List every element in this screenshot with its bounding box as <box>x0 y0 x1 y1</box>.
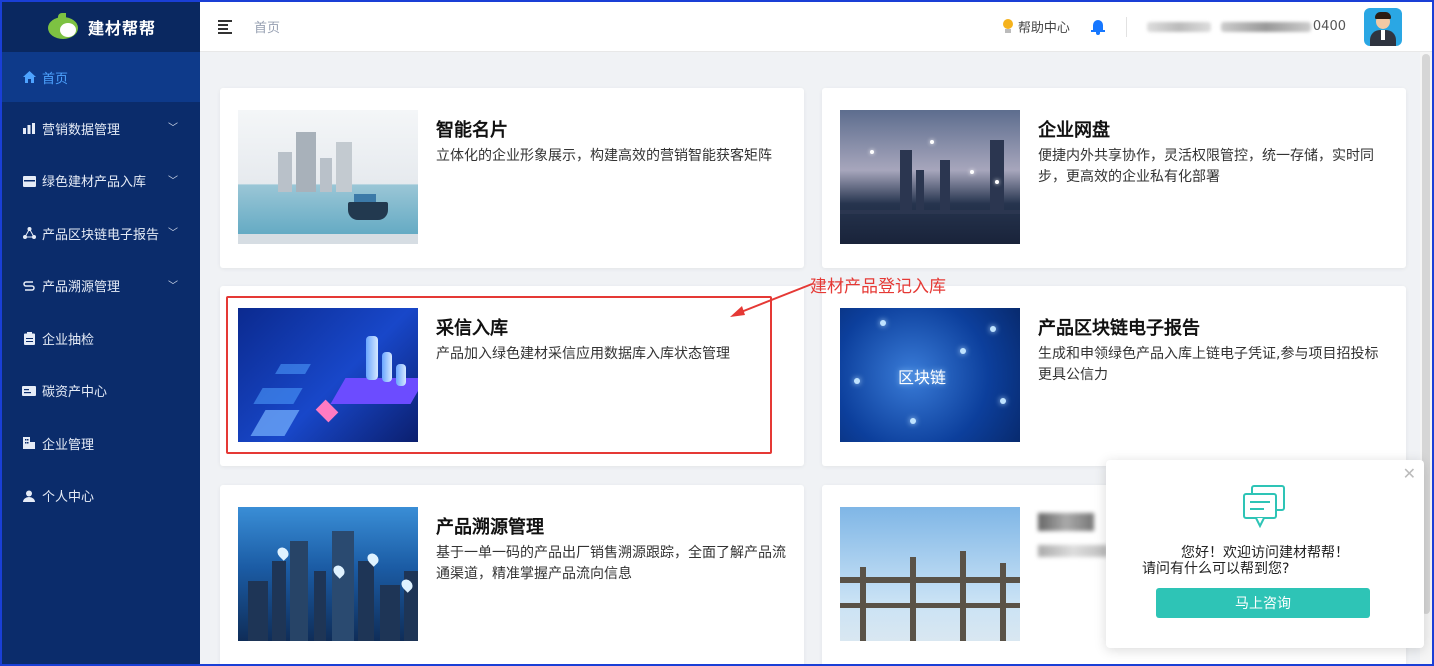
card-thumbnail <box>238 110 418 244</box>
sidebar-item-blockchain-report[interactable]: 产品区块链电子报告 ﹀ <box>2 207 200 260</box>
card-icon <box>22 384 36 398</box>
card-description-redacted <box>1038 545 1108 557</box>
sidebar-item-profile[interactable]: 个人中心 <box>2 470 200 523</box>
sidebar-item-label: 个人中心 <box>42 490 95 506</box>
card-description: 立体化的企业形象展示，构建高效的营销智能获客矩阵 <box>436 148 772 164</box>
sidebar-item-label: 企业管理 <box>42 437 95 453</box>
chart-icon <box>22 121 36 135</box>
card-description: 基于一单一码的产品出厂销售溯源跟踪，全面了解产品流通渠道，精准掌握产品流向信息 <box>436 545 786 582</box>
network-icon <box>22 226 36 240</box>
annotation-highlight-box <box>226 296 772 454</box>
card-title-redacted <box>1038 513 1094 531</box>
card-title: 智能名片 <box>436 120 508 141</box>
help-center-link[interactable]: 帮助中心 <box>1002 17 1070 36</box>
sidebar-item-carbon-assets[interactable]: 碳资产中心 <box>2 365 200 418</box>
sidebar-item-label: 产品区块链电子报告 <box>42 227 160 243</box>
top-header: 首页 帮助中心 0400 <box>200 2 1432 52</box>
card-title: 企业网盘 <box>1038 120 1110 141</box>
user-id-redacted <box>1220 21 1311 32</box>
logo-mascot-icon <box>46 13 82 41</box>
annotation-label: 建材产品登记入库 <box>810 277 946 297</box>
menu-toggle-icon[interactable] <box>218 19 234 34</box>
sidebar-item-home[interactable]: 首页 <box>2 52 200 102</box>
trace-icon <box>22 279 36 293</box>
card-thumbnail <box>840 507 1020 641</box>
help-center-label: 帮助中心 <box>1017 21 1070 36</box>
user-id-suffix: 0400 <box>1312 19 1346 34</box>
logo-text: 建材帮帮 <box>87 19 156 38</box>
card-description: 生成和申领绿色产品入库上链电子凭证,参与项目招投标更具公信力 <box>1038 346 1379 383</box>
chevron-down-icon: ﹀ <box>168 280 178 292</box>
card-smart-business-card[interactable]: 智能名片 立体化的企业形象展示，构建高效的营销智能获客矩阵 <box>220 88 804 268</box>
sidebar-item-label: 企业抽检 <box>42 332 95 348</box>
user-name-redacted <box>1146 21 1211 32</box>
sidebar-item-label: 首页 <box>42 71 69 87</box>
sidebar-item-label: 产品溯源管理 <box>42 280 121 296</box>
avatar[interactable] <box>1364 7 1402 46</box>
card-title: 产品溯源管理 <box>436 517 544 538</box>
chevron-down-icon: ﹀ <box>168 175 178 187</box>
annotation-arrow-icon <box>730 283 813 317</box>
app-frame: 建材帮帮 首页 营销数据管理 ﹀ 绿色建材产品入库 ﹀ 产品区块链电子报告 ﹀ … <box>0 0 1434 666</box>
breadcrumb[interactable]: 首页 <box>254 17 280 36</box>
sidebar-item-enterprise[interactable]: 企业管理 <box>2 417 200 470</box>
card-blockchain-report[interactable]: 区块链 产品区块链电子报告 生成和申领绿色产品入库上链电子凭证,参与项目招投标更… <box>822 286 1406 466</box>
card-thumbnail <box>238 507 418 641</box>
building-icon <box>22 436 36 450</box>
sidebar-item-marketing-data[interactable]: 营销数据管理 ﹀ <box>2 102 200 155</box>
card-description: 便捷内外共享协作，灵活权限管控，统一存储，实时同步，更高效的企业私有化部署 <box>1038 148 1374 185</box>
logo[interactable]: 建材帮帮 <box>2 2 200 52</box>
sidebar-item-inspection[interactable]: 企业抽检 <box>2 312 200 365</box>
consult-now-button[interactable]: 马上咨询 <box>1156 588 1370 618</box>
box-icon <box>22 174 36 188</box>
sidebar-item-label: 碳资产中心 <box>42 385 108 401</box>
card-traceability[interactable]: 产品溯源管理 基于一单一码的产品出厂销售溯源跟踪，全面了解产品流通渠道，精准掌握… <box>220 485 804 664</box>
chat-question: 请问有什么可以帮到您? <box>1142 561 1290 577</box>
chat-popup: ✕ 您好！欢迎访问建材帮帮！ 请问有什么可以帮到您? 马上咨询 <box>1106 460 1424 648</box>
close-icon[interactable]: ✕ <box>1403 464 1416 483</box>
clipboard-icon <box>22 331 36 345</box>
user-info[interactable]: 0400 <box>1146 7 1402 46</box>
card-title: 产品区块链电子报告 <box>1038 318 1200 339</box>
user-icon <box>22 489 36 503</box>
sidebar-menu: 首页 营销数据管理 ﹀ 绿色建材产品入库 ﹀ 产品区块链电子报告 ﹀ 产品溯源管… <box>2 52 200 522</box>
sidebar: 建材帮帮 首页 营销数据管理 ﹀ 绿色建材产品入库 ﹀ 产品区块链电子报告 ﹀ … <box>2 2 200 664</box>
card-thumbnail: 区块链 <box>840 308 1020 442</box>
bell-icon[interactable] <box>1090 19 1106 35</box>
header-divider <box>1125 16 1127 37</box>
chevron-down-icon: ﹀ <box>168 123 178 135</box>
sidebar-item-traceability[interactable]: 产品溯源管理 ﹀ <box>2 260 200 313</box>
sidebar-item-green-products[interactable]: 绿色建材产品入库 ﹀ <box>2 155 200 208</box>
sidebar-item-label: 营销数据管理 <box>42 122 121 138</box>
chat-bubble-icon <box>1243 485 1285 528</box>
card-thumbnail-label: 区块链 <box>898 368 947 387</box>
card-thumbnail <box>840 110 1020 244</box>
sidebar-item-label: 绿色建材产品入库 <box>42 175 147 191</box>
lightbulb-icon <box>1002 18 1014 35</box>
home-icon <box>22 70 36 84</box>
header-actions: 帮助中心 0400 <box>1002 2 1432 51</box>
card-enterprise-netdisk[interactable]: 企业网盘 便捷内外共享协作，灵活权限管控，统一存储，实时同步，更高效的企业私有化… <box>822 88 1406 268</box>
chevron-down-icon: ﹀ <box>168 228 178 240</box>
